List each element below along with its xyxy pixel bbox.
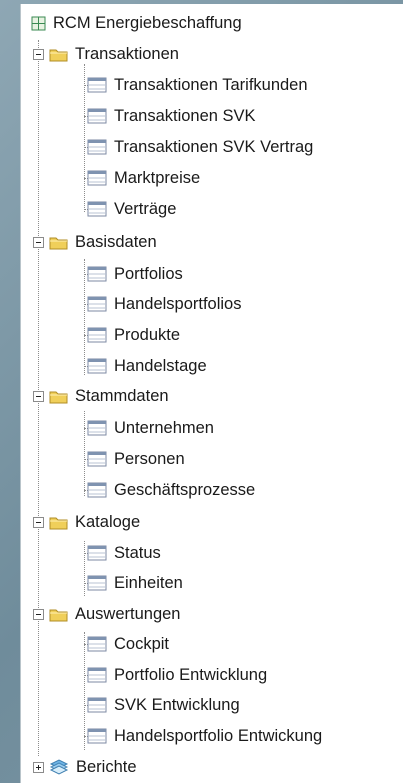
tree-item-label: Produkte bbox=[114, 325, 181, 344]
table-icon bbox=[87, 575, 107, 591]
tree-group-berichte[interactable]: Berichte bbox=[33, 752, 137, 782]
table-icon bbox=[87, 697, 107, 713]
tree-item-label: Handelsportfolios bbox=[114, 294, 242, 313]
table-icon bbox=[87, 482, 107, 498]
tree-item-label: Cockpit bbox=[114, 634, 170, 653]
tree-connector-kataloge bbox=[84, 541, 85, 596]
tree-connector-stammdaten bbox=[84, 411, 85, 496]
tree-item-label: Handelsportfolio Entwickung bbox=[114, 726, 323, 745]
folder-icon bbox=[49, 517, 68, 529]
folder-icon bbox=[49, 237, 68, 249]
tree-group-label: Stammdaten bbox=[75, 386, 169, 405]
tree-item-label: Portfolios bbox=[114, 264, 183, 283]
tree-item-label: Portfolio Entwicklung bbox=[114, 665, 268, 684]
tree-item-geschaeftsprozesse[interactable]: Geschäftsprozesse bbox=[87, 475, 255, 505]
table-icon bbox=[87, 327, 107, 343]
collapse-icon[interactable] bbox=[33, 48, 44, 60]
tree-item-transaktionen-svk-vertrag[interactable]: Transaktionen SVK Vertrag bbox=[87, 132, 313, 162]
folder-icon bbox=[49, 49, 68, 61]
tree-item-label: SVK Entwicklung bbox=[114, 695, 240, 714]
tree-group-label: Auswertungen bbox=[75, 604, 181, 623]
tree-connector-auswertungen bbox=[84, 632, 85, 750]
tree-item-status[interactable]: Status bbox=[87, 538, 161, 568]
folder-icon bbox=[49, 609, 68, 621]
tree-group-basisdaten[interactable]: Basisdaten bbox=[33, 227, 157, 257]
tree-item-produkte[interactable]: Produkte bbox=[87, 320, 180, 350]
tree-item-transaktionen-svk[interactable]: Transaktionen SVK bbox=[87, 101, 256, 131]
tree-group-label: Kataloge bbox=[75, 512, 141, 531]
tree-item-label: Transaktionen SVK bbox=[114, 106, 256, 125]
tree-connector-transaktionen bbox=[84, 64, 85, 212]
window-frame: RCM Energiebeschaffung Transaktionen Tra… bbox=[0, 0, 403, 783]
table-icon bbox=[87, 667, 107, 683]
collapse-icon[interactable] bbox=[33, 516, 44, 528]
table-icon bbox=[87, 296, 107, 312]
tree-item-handelsportfolios[interactable]: Handelsportfolios bbox=[87, 289, 242, 319]
table-icon bbox=[87, 139, 107, 155]
tree-item-label: Verträge bbox=[114, 199, 177, 218]
table-icon bbox=[87, 636, 107, 652]
table-icon bbox=[87, 201, 107, 217]
tree-item-label: Einheiten bbox=[114, 573, 183, 592]
expand-icon[interactable] bbox=[33, 761, 44, 773]
tree-group-stammdaten[interactable]: Stammdaten bbox=[33, 381, 169, 411]
table-icon bbox=[87, 266, 107, 282]
tree-item-label: Transaktionen SVK Vertrag bbox=[114, 137, 314, 156]
table-icon bbox=[87, 451, 107, 467]
table-icon bbox=[87, 77, 107, 93]
tree-group-transaktionen[interactable]: Transaktionen bbox=[33, 39, 179, 69]
table-icon bbox=[87, 170, 107, 186]
tree-connector-basisdaten bbox=[84, 259, 85, 375]
navigation-panel: RCM Energiebeschaffung Transaktionen Tra… bbox=[20, 4, 403, 783]
tree-item-marktpreise[interactable]: Marktpreise bbox=[87, 163, 200, 193]
collapse-icon[interactable] bbox=[33, 608, 44, 620]
tree-group-kataloge[interactable]: Kataloge bbox=[33, 507, 140, 537]
tree-item-label: Marktpreise bbox=[114, 168, 201, 187]
tree-root-label: RCM Energiebeschaffung bbox=[53, 13, 242, 32]
report-icon bbox=[49, 759, 69, 775]
tree-root[interactable]: RCM Energiebeschaffung bbox=[31, 8, 242, 38]
tree-group-label: Transaktionen bbox=[75, 44, 179, 63]
table-icon bbox=[87, 545, 107, 561]
folder-icon bbox=[49, 391, 68, 403]
tree-item-cockpit[interactable]: Cockpit bbox=[87, 629, 169, 659]
collapse-icon[interactable] bbox=[33, 236, 44, 248]
tree-item-portfolios[interactable]: Portfolios bbox=[87, 259, 183, 289]
tree-item-portfolio-entwicklung[interactable]: Portfolio Entwicklung bbox=[87, 660, 267, 690]
tree-item-svk-entwicklung[interactable]: SVK Entwicklung bbox=[87, 690, 240, 720]
table-icon bbox=[87, 728, 107, 744]
tree-item-label: Unternehmen bbox=[114, 418, 214, 437]
tree-group-auswertungen[interactable]: Auswertungen bbox=[33, 599, 181, 629]
tree-item-label: Geschäftsprozesse bbox=[114, 480, 256, 499]
tree-item-label: Status bbox=[114, 543, 161, 562]
table-icon bbox=[87, 420, 107, 436]
tree-root-icon bbox=[31, 16, 46, 30]
tree-item-transaktionen-tarifkunden[interactable]: Transaktionen Tarifkunden bbox=[87, 70, 308, 100]
tree-item-label: Personen bbox=[114, 449, 185, 468]
tree-item-handelsportfolio-entwickung[interactable]: Handelsportfolio Entwickung bbox=[87, 721, 322, 751]
tree-group-label: Berichte bbox=[76, 757, 137, 776]
tree-item-label: Handelstage bbox=[114, 356, 207, 375]
collapse-icon[interactable] bbox=[33, 390, 44, 402]
table-icon bbox=[87, 108, 107, 124]
tree-item-label: Transaktionen Tarifkunden bbox=[114, 75, 308, 94]
tree-item-personen[interactable]: Personen bbox=[87, 444, 185, 474]
navigation-tree: RCM Energiebeschaffung Transaktionen Tra… bbox=[21, 4, 403, 783]
tree-item-einheiten[interactable]: Einheiten bbox=[87, 568, 183, 598]
tree-item-unternehmen[interactable]: Unternehmen bbox=[87, 413, 214, 443]
tree-item-vertraege[interactable]: Verträge bbox=[87, 194, 176, 224]
tree-group-label: Basisdaten bbox=[75, 232, 157, 251]
table-icon bbox=[87, 358, 107, 374]
tree-item-handelstage[interactable]: Handelstage bbox=[87, 351, 207, 381]
